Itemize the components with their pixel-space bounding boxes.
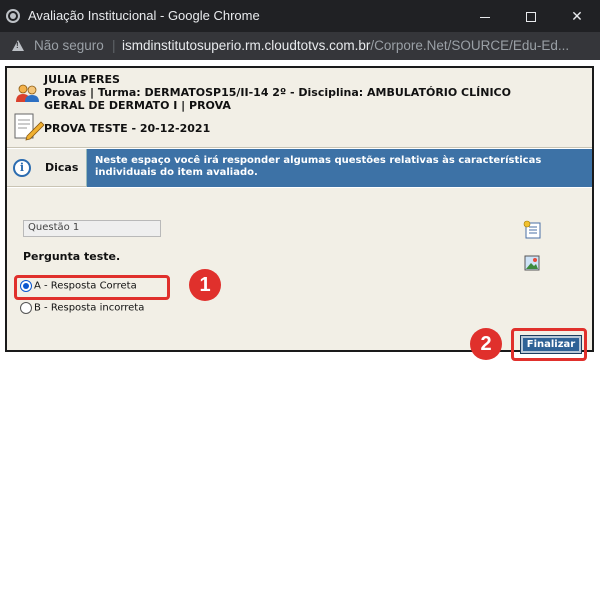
exam-info: JULIA PERES Provas | Turma: DERMATOSP15/…: [44, 73, 511, 112]
tips-label: Dicas: [45, 161, 79, 174]
option-b-label: B - Resposta incorreta: [34, 302, 145, 314]
answer-option-b[interactable]: B - Resposta incorreta: [20, 302, 144, 314]
radio-option-b[interactable]: [20, 302, 32, 314]
address-bar[interactable]: Não seguro | ismdinstitutosuperio.rm.clo…: [0, 32, 600, 60]
tips-text: Neste espaço você irá responder algumas …: [87, 149, 592, 187]
exam-title: PROVA TESTE - 20-12-2021: [44, 122, 211, 135]
url-path: /Corpore.Net/SOURCE/Edu-Ed...: [370, 38, 570, 53]
document-edit-icon: [14, 113, 45, 141]
question-number: Questão 1: [23, 220, 161, 237]
minimize-button[interactable]: [462, 0, 508, 32]
warning-icon: [12, 40, 24, 51]
exam-info-line1: Provas | Turma: DERMATOSP15/II-14 2º - D…: [44, 86, 511, 99]
student-name: JULIA PERES: [44, 73, 120, 86]
address-separator: |: [112, 38, 116, 53]
highlight-option-a: [14, 275, 170, 300]
question-panel: Questão 1 Pergunta teste. A - Resposta C…: [7, 188, 592, 354]
image-icon[interactable]: [524, 255, 540, 271]
exam-info-line2: GERAL DE DERMATO I | PROVA: [44, 99, 231, 112]
browser-title-bar: Avaliação Institucional - Google Chrome …: [0, 0, 600, 32]
highlight-finish-button: [511, 328, 587, 361]
notes-icon[interactable]: [523, 220, 543, 240]
info-icon: i: [13, 159, 31, 177]
step-badge-2: 2: [470, 328, 502, 360]
tips-label-cell: i Dicas: [7, 149, 87, 187]
security-indicator[interactable]: Não seguro: [34, 38, 104, 53]
url-text[interactable]: ismdinstitutosuperio.rm.cloudtotvs.com.b…: [122, 38, 569, 53]
close-button[interactable]: ✕: [554, 0, 600, 32]
maximize-button[interactable]: [508, 0, 554, 32]
exam-header: JULIA PERES Provas | Turma: DERMATOSP15/…: [7, 68, 592, 148]
tips-bar: i Dicas Neste espaço você irá responder …: [7, 149, 592, 187]
chrome-icon: [6, 9, 20, 23]
question-prompt: Pergunta teste.: [23, 250, 121, 263]
people-icon: [16, 84, 39, 102]
evaluation-frame: JULIA PERES Provas | Turma: DERMATOSP15/…: [5, 66, 594, 354]
window-title: Avaliação Institucional - Google Chrome: [28, 8, 260, 23]
url-host: ismdinstitutosuperio.rm.cloudtotvs.com.b…: [122, 38, 371, 53]
step-badge-1: 1: [189, 269, 221, 301]
